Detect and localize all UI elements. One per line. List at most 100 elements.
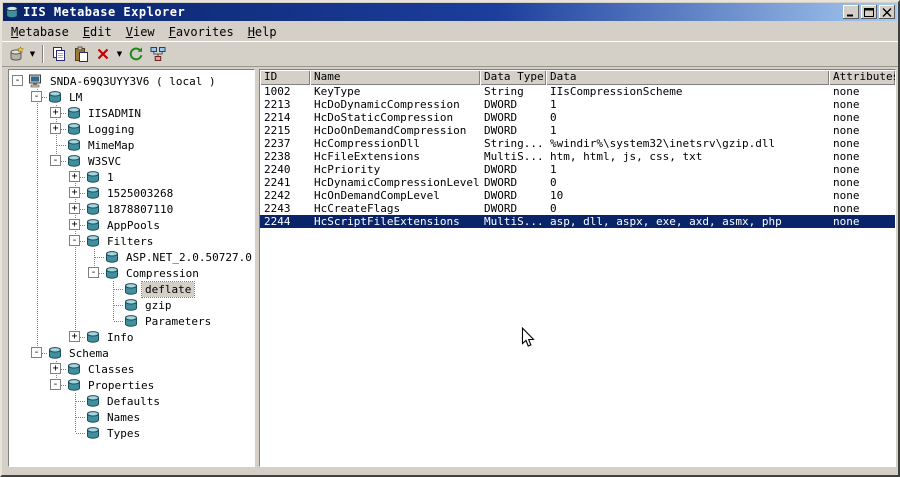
table-row[interactable]: 2241 HcDynamicCompressionLevel DWORD 0 none [260, 176, 895, 189]
tree-guide [47, 217, 66, 233]
tree-item-properties[interactable]: - Properties [9, 377, 254, 393]
cell-id: 2237 [264, 137, 291, 150]
main-area: - SNDA-69Q3UYY3V6 ( local ) - LM + IISADMIN + L… [2, 67, 898, 475]
expand-toggle[interactable]: + [69, 203, 80, 214]
new-key-icon[interactable] [5, 43, 27, 65]
db-icon [47, 90, 64, 104]
tree-item-names[interactable]: Names [9, 409, 254, 425]
menu-favorites[interactable]: Favorites [162, 24, 241, 40]
expand-toggle[interactable]: + [69, 219, 80, 230]
close-button[interactable] [879, 5, 895, 19]
expand-toggle[interactable]: + [69, 171, 80, 182]
tree-guide [9, 137, 28, 153]
tree-item-label: Logging [88, 122, 135, 136]
db-icon [85, 218, 102, 232]
tree-item-1878807110[interactable]: +1878807110 [9, 201, 254, 217]
tree-guide [28, 185, 47, 201]
expand-toggle[interactable]: + [50, 107, 61, 118]
table-row[interactable]: 2214 HcDoStaticCompression DWORD 0 none [260, 111, 895, 124]
tree-item-apppools[interactable]: + AppPools [9, 217, 254, 233]
collapse-toggle[interactable]: - [50, 379, 61, 390]
table-row[interactable]: 2215 HcDoOnDemandCompression DWORD 1 none [260, 124, 895, 137]
tree-item-label: Info [107, 330, 134, 344]
cell-type: DWORD [484, 163, 518, 176]
menu-edit[interactable]: Edit [76, 24, 119, 40]
copy-icon[interactable] [48, 43, 70, 65]
table-header: ID Name Data Type Data Attributes [260, 70, 895, 85]
network-icon[interactable] [147, 43, 169, 65]
menu-metabase[interactable]: Metabase [4, 24, 76, 40]
tree-item-classes[interactable]: + Classes [9, 361, 254, 377]
paste-icon[interactable] [70, 43, 92, 65]
dropdown-arrow-icon[interactable]: ▼ [27, 43, 38, 65]
dropdown-arrow-icon[interactable]: ▼ [114, 43, 125, 65]
collapse-toggle[interactable]: - [31, 347, 42, 358]
tree-item-label: Compression [126, 266, 199, 280]
minimize-button[interactable] [843, 5, 859, 19]
tree-item-info[interactable]: + Info [9, 329, 254, 345]
tree-item-lm[interactable]: - LM [9, 89, 254, 105]
tree-item-defaults[interactable]: Defaults [9, 393, 254, 409]
table-row[interactable]: 2242 HcOnDemandCompLevel DWORD 10 none [260, 189, 895, 202]
tree-guide [66, 265, 85, 281]
table-row[interactable]: 1002 KeyType String IIsCompressionScheme non… [260, 85, 895, 98]
tree-item-compression[interactable]: - Compression [9, 265, 254, 281]
tree-guide: + [47, 121, 66, 137]
table-row[interactable]: 2238 HcFileExtensions MultiS... htm, html, … [260, 150, 895, 163]
tree-guide [85, 249, 104, 265]
collapse-toggle[interactable]: - [31, 91, 42, 102]
menu-view[interactable]: View [119, 24, 162, 40]
tree-guide [47, 409, 66, 425]
tree-item-snda-69q3uyy3v6-local[interactable]: - SNDA-69Q3UYY3V6 ( local ) [9, 73, 254, 89]
column-header-attributes[interactable]: Attributes [829, 70, 895, 85]
tree-guide [28, 297, 47, 313]
delete-icon[interactable] [92, 43, 114, 65]
tree-item-iisadmin[interactable]: + IISADMIN [9, 105, 254, 121]
tree-guide [66, 297, 85, 313]
table-row[interactable]: 2213 HcDoDynamicCompression DWORD 1 none [260, 98, 895, 111]
table-row[interactable]: 2240 HcPriority DWORD 1 none [260, 163, 895, 176]
column-header-name[interactable]: Name [310, 70, 480, 85]
cell-attributes: none [833, 163, 860, 176]
tree-item-filters[interactable]: - Filters [9, 233, 254, 249]
tree-item-parameters[interactable]: Parameters [9, 313, 254, 329]
tree-guide [47, 265, 66, 281]
refresh-icon[interactable] [125, 43, 147, 65]
tree-item-schema[interactable]: - Schema [9, 345, 254, 361]
tree-item-1[interactable]: +1 [9, 169, 254, 185]
collapse-toggle[interactable]: - [12, 75, 23, 86]
expand-toggle[interactable]: + [50, 123, 61, 134]
tree-guide [28, 361, 47, 377]
collapse-toggle[interactable]: - [69, 235, 80, 246]
table-row[interactable]: 2243 HcCreateFlags DWORD 0 none [260, 202, 895, 215]
tree-item-label: ASP.NET_2.0.50727.0 [126, 250, 252, 264]
tree-item-deflate[interactable]: deflate [9, 280, 254, 298]
tree-guide: - [28, 89, 47, 105]
db-icon [85, 186, 102, 200]
tree-item-1525003268[interactable]: +1525003268 [9, 185, 254, 201]
expand-toggle[interactable]: + [69, 331, 80, 342]
tree-guide [47, 137, 66, 153]
tree-guide [9, 89, 28, 105]
column-header-data[interactable]: Data [546, 70, 829, 85]
expand-toggle[interactable]: + [69, 187, 80, 198]
table-row[interactable]: 2244 HcScriptFileExtensions MultiS... asp, … [260, 215, 895, 228]
tree-item-w3svc[interactable]: - W3SVC [9, 153, 254, 169]
column-header-id[interactable]: ID [260, 70, 310, 85]
db-icon [85, 202, 102, 216]
collapse-toggle[interactable]: - [50, 155, 61, 166]
toolbar-separator [42, 45, 44, 63]
cell-id: 2214 [264, 111, 291, 124]
column-header-data-type[interactable]: Data Type [480, 70, 546, 85]
menu-help[interactable]: Help [241, 24, 284, 40]
tree-item-asp-net-2-0-50727-0[interactable]: ASP.NET_2.0.50727.0 [9, 249, 254, 265]
tree-item-gzip[interactable]: gzip [9, 297, 254, 313]
expand-toggle[interactable]: + [50, 363, 61, 374]
tree-item-types[interactable]: Types [9, 425, 254, 441]
collapse-toggle[interactable]: - [88, 267, 99, 278]
tree-guide: + [47, 105, 66, 121]
table-row[interactable]: 2237 HcCompressionDll String... %windir%\sy… [260, 137, 895, 150]
maximize-button[interactable] [861, 5, 877, 19]
tree-item-logging[interactable]: + Logging [9, 121, 254, 137]
tree-item-mimemap[interactable]: MimeMap [9, 137, 254, 153]
